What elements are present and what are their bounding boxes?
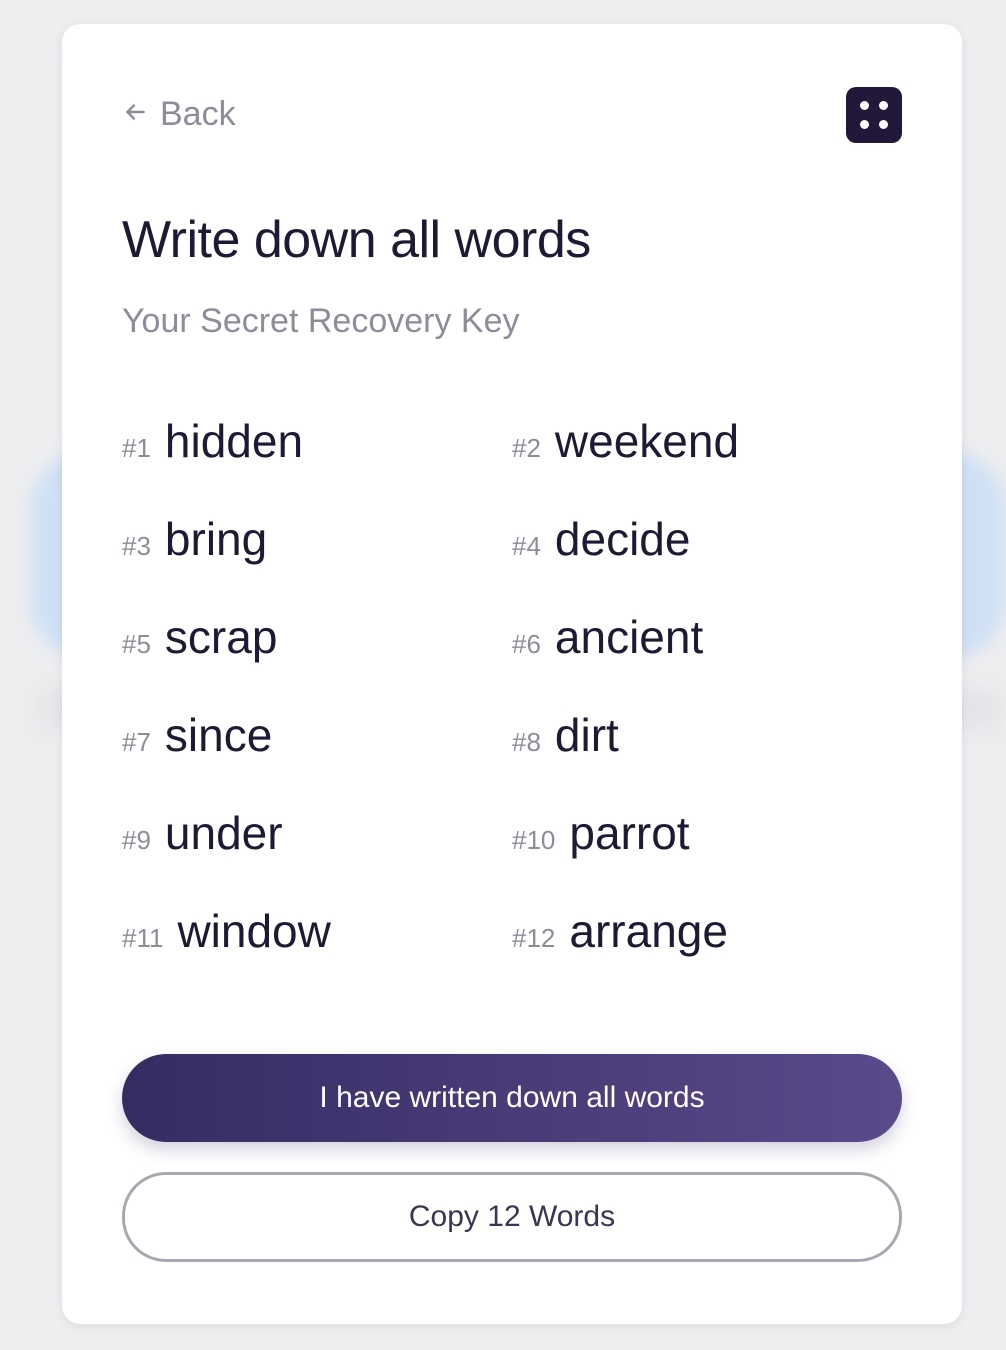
word-text: hidden	[164, 415, 304, 467]
recovery-key-card: Back Write down all words Your Secret Re…	[62, 24, 962, 1324]
word-number: #7	[122, 727, 151, 757]
word-number: #8	[512, 727, 541, 757]
word-text: since	[164, 709, 273, 761]
word-item: #6 ancient	[512, 610, 703, 670]
word-number: #12	[512, 923, 556, 953]
word-text: ancient	[554, 611, 704, 663]
word-text: decide	[554, 513, 691, 565]
word-number: #3	[122, 531, 151, 561]
word-item: #4 decide	[512, 512, 690, 572]
word-text: weekend	[554, 415, 740, 467]
word-number: #1	[122, 433, 151, 463]
word-text: window	[177, 905, 331, 957]
word-item: #11 window	[122, 904, 331, 964]
word-number: #11	[122, 923, 164, 953]
arrow-left-icon	[122, 95, 148, 134]
word-number: #9	[122, 825, 151, 855]
word-text: parrot	[569, 807, 690, 859]
word-number: #5	[122, 629, 151, 659]
word-item: #10 parrot	[512, 806, 690, 866]
word-item: #12 arrange	[512, 904, 728, 964]
word-number: #6	[512, 629, 541, 659]
word-text: bring	[164, 513, 268, 565]
word-item: #5 scrap	[122, 610, 277, 670]
word-item: #2 weekend	[512, 414, 739, 474]
word-number: #4	[512, 531, 541, 561]
word-number: #10	[512, 825, 556, 855]
word-text: arrange	[569, 905, 728, 957]
copy-words-button[interactable]: Copy 12 Words	[122, 1172, 902, 1262]
page-subtitle: Your Secret Recovery Key	[122, 302, 520, 340]
word-item: #9 under	[122, 806, 283, 866]
word-item: #8 dirt	[512, 708, 619, 768]
word-text: under	[164, 807, 283, 859]
menu-button[interactable]	[846, 87, 902, 143]
word-text: dirt	[554, 709, 619, 761]
page-title: Write down all words	[122, 211, 591, 269]
word-item: #1 hidden	[122, 414, 303, 474]
back-label: Back	[160, 94, 236, 133]
word-text: scrap	[164, 611, 278, 663]
confirm-written-button[interactable]: I have written down all words	[122, 1054, 902, 1142]
word-item: #7 since	[122, 708, 272, 768]
word-item: #3 bring	[122, 512, 267, 572]
back-button[interactable]: Back	[122, 94, 236, 134]
word-number: #2	[512, 433, 541, 463]
